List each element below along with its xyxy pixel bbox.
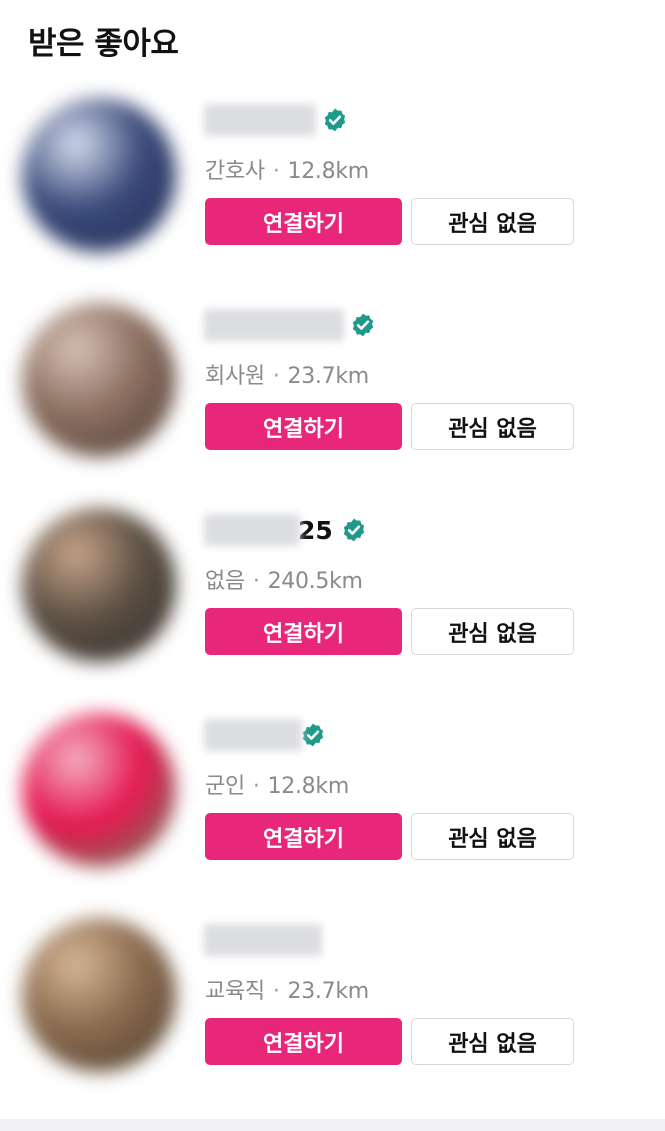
meta-separator: · — [272, 979, 280, 1004]
avatar[interactable] — [22, 918, 176, 1072]
profile-name: 25 — [298, 515, 333, 545]
meta-separator: · — [272, 364, 280, 389]
name-redaction — [204, 104, 316, 136]
profile-name-line — [204, 713, 326, 757]
not-interested-button[interactable]: 관심 없음 — [411, 403, 574, 450]
profile-job: 없음 — [205, 569, 245, 594]
profile-job: 간호사 — [205, 159, 265, 184]
received-likes-list: 간호사 · 12.8km 연결하기 관심 없음 회사원 · 23.7km 연결하기 관심… — [0, 0, 665, 1131]
list-item: 간호사 · 12.8km 연결하기 관심 없음 — [0, 90, 665, 290]
verified-check-icon — [352, 313, 374, 337]
profile-distance: 12.8km — [287, 159, 370, 184]
name-redaction — [204, 924, 322, 956]
avatar[interactable] — [22, 303, 176, 457]
profile-distance: 23.7km — [287, 364, 370, 389]
connect-button[interactable]: 연결하기 — [205, 1018, 402, 1065]
not-interested-button[interactable]: 관심 없음 — [411, 198, 574, 245]
not-interested-button[interactable]: 관심 없음 — [411, 1018, 574, 1065]
profile-meta: 군인 · 12.8km — [205, 768, 349, 800]
profile-job: 군인 — [205, 774, 245, 799]
verified-check-icon — [343, 518, 364, 542]
connect-button[interactable]: 연결하기 — [205, 403, 402, 450]
profile-distance: 240.5km — [267, 569, 363, 594]
avatar[interactable] — [22, 508, 176, 662]
not-interested-button[interactable]: 관심 없음 — [411, 813, 574, 860]
name-redaction — [204, 719, 302, 751]
connect-button[interactable]: 연결하기 — [205, 813, 402, 860]
connect-button[interactable]: 연결하기 — [205, 198, 402, 245]
list-item: 25 없음 · 240.5km 연결하기 관심 없음 — [0, 500, 665, 700]
profile-job: 교육직 — [205, 979, 265, 1004]
profile-meta: 교육직 · 23.7km — [205, 973, 369, 1005]
profile-distance: 12.8km — [267, 774, 350, 799]
meta-separator: · — [252, 774, 260, 799]
bottom-divider — [0, 1119, 665, 1131]
profile-meta: 회사원 · 23.7km — [205, 358, 369, 390]
list-item: 회사원 · 23.7km 연결하기 관심 없음 — [0, 295, 665, 495]
name-redaction — [204, 514, 300, 546]
meta-separator: · — [252, 569, 260, 594]
avatar[interactable] — [22, 98, 176, 252]
profile-name-line: 25 — [204, 508, 367, 552]
list-item: 교육직 · 23.7km 연결하기 관심 없음 — [0, 910, 665, 1110]
meta-separator: · — [272, 159, 280, 184]
verified-check-icon — [302, 723, 324, 747]
profile-name-line — [204, 918, 322, 962]
list-item: 군인 · 12.8km 연결하기 관심 없음 — [0, 705, 665, 905]
profile-meta: 간호사 · 12.8km — [205, 153, 369, 185]
profile-name-line — [204, 98, 348, 142]
verified-check-icon — [324, 108, 346, 132]
avatar[interactable] — [22, 713, 176, 867]
profile-job: 회사원 — [205, 364, 265, 389]
name-redaction — [204, 309, 344, 341]
connect-button[interactable]: 연결하기 — [205, 608, 402, 655]
profile-name-line — [204, 303, 376, 347]
profile-distance: 23.7km — [287, 979, 370, 1004]
profile-meta: 없음 · 240.5km — [205, 563, 363, 595]
not-interested-button[interactable]: 관심 없음 — [411, 608, 574, 655]
